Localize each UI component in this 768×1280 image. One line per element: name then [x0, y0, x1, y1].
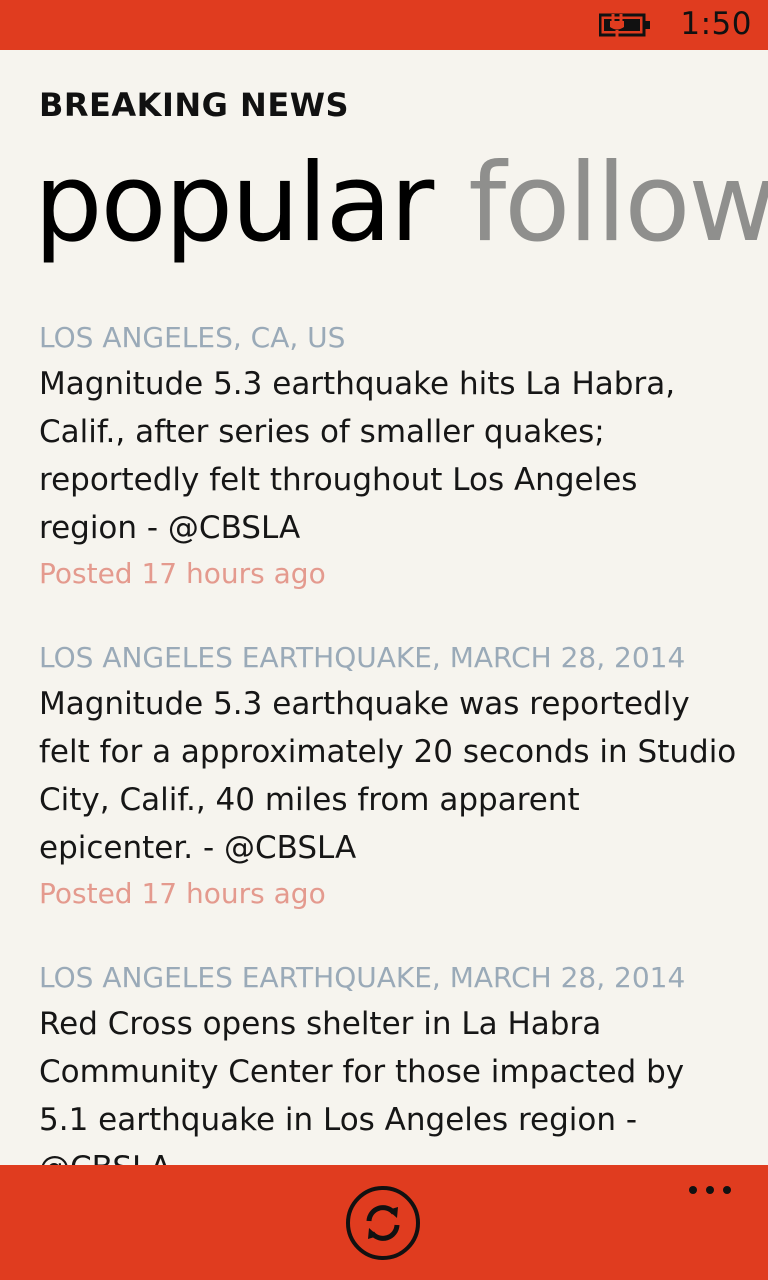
- app-title: BREAKING NEWS: [39, 86, 350, 124]
- news-item[interactable]: LOS ANGELES, CA, US Magnitude 5.3 earthq…: [39, 318, 739, 594]
- main-content: BREAKING NEWS popularfollowi LOS ANGELES…: [0, 50, 768, 1165]
- pivot-tab-following[interactable]: followi: [468, 134, 768, 274]
- more-dot-icon: [689, 1186, 697, 1194]
- news-topic[interactable]: LOS ANGELES EARTHQUAKE, MARCH 28, 2014: [39, 638, 739, 678]
- news-timestamp: Posted 17 hours ago: [39, 557, 326, 590]
- status-time: 1:50: [680, 6, 752, 42]
- news-timestamp: Posted 17 hours ago: [39, 877, 326, 910]
- battery-charging-icon: [599, 13, 650, 37]
- news-text: Red Cross opens shelter in La Habra Comm…: [39, 1006, 685, 1165]
- status-bar: 1:50: [0, 0, 768, 50]
- news-text: Magnitude 5.3 earthquake was reportedly …: [39, 686, 737, 866]
- pivot-header: popularfollowi: [34, 134, 768, 274]
- news-item[interactable]: LOS ANGELES EARTHQUAKE, MARCH 28, 2014 M…: [39, 638, 739, 914]
- news-text: Magnitude 5.3 earthquake hits La Habra, …: [39, 366, 676, 546]
- more-button[interactable]: [680, 1173, 740, 1203]
- more-dot-icon: [723, 1186, 731, 1194]
- refresh-icon[interactable]: [345, 1185, 421, 1261]
- news-topic[interactable]: LOS ANGELES, CA, US: [39, 318, 739, 358]
- pivot-tab-popular[interactable]: popular: [34, 134, 434, 274]
- more-dot-icon: [706, 1186, 714, 1194]
- app-bar: [0, 1165, 768, 1280]
- news-feed: LOS ANGELES, CA, US Magnitude 5.3 earthq…: [39, 318, 739, 1165]
- news-topic[interactable]: LOS ANGELES EARTHQUAKE, MARCH 28, 2014: [39, 958, 739, 998]
- news-item[interactable]: LOS ANGELES EARTHQUAKE, MARCH 28, 2014 R…: [39, 958, 739, 1165]
